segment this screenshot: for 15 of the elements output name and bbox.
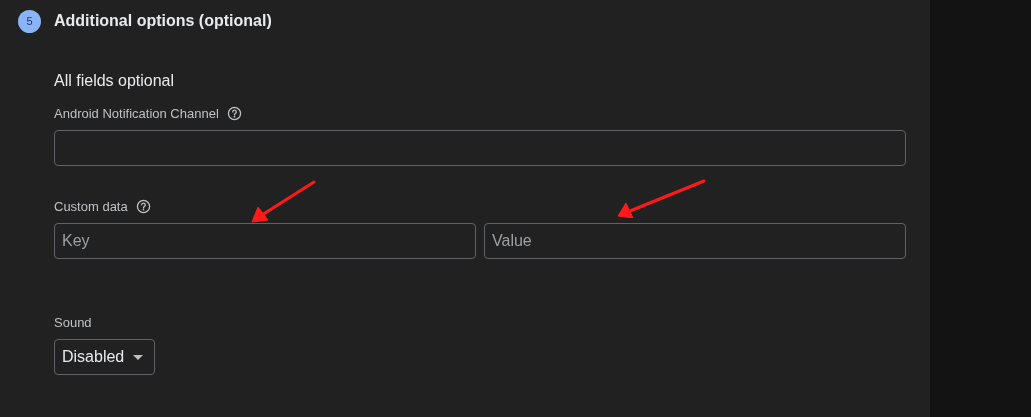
section-subtitle: All fields optional bbox=[54, 72, 176, 91]
input-field[interactable]: Key bbox=[54, 223, 476, 259]
arrow-icon bbox=[616, 179, 706, 218]
help-icon[interactable] bbox=[226, 105, 242, 121]
input-field[interactable] bbox=[54, 130, 906, 166]
field-label: Android Notification Channel bbox=[54, 105, 219, 121]
step-title: Additional options (optional) bbox=[54, 12, 272, 30]
input-field[interactable]: Value bbox=[484, 223, 906, 259]
step-number-badge: 5 bbox=[18, 9, 41, 33]
caret-icon bbox=[133, 354, 144, 360]
arrow-icon bbox=[250, 180, 316, 224]
help-icon[interactable] bbox=[135, 198, 151, 214]
sound-dropdown[interactable]: Disabled bbox=[54, 339, 155, 375]
field-label: Custom data bbox=[54, 198, 128, 214]
field-label: Sound bbox=[54, 314, 92, 330]
